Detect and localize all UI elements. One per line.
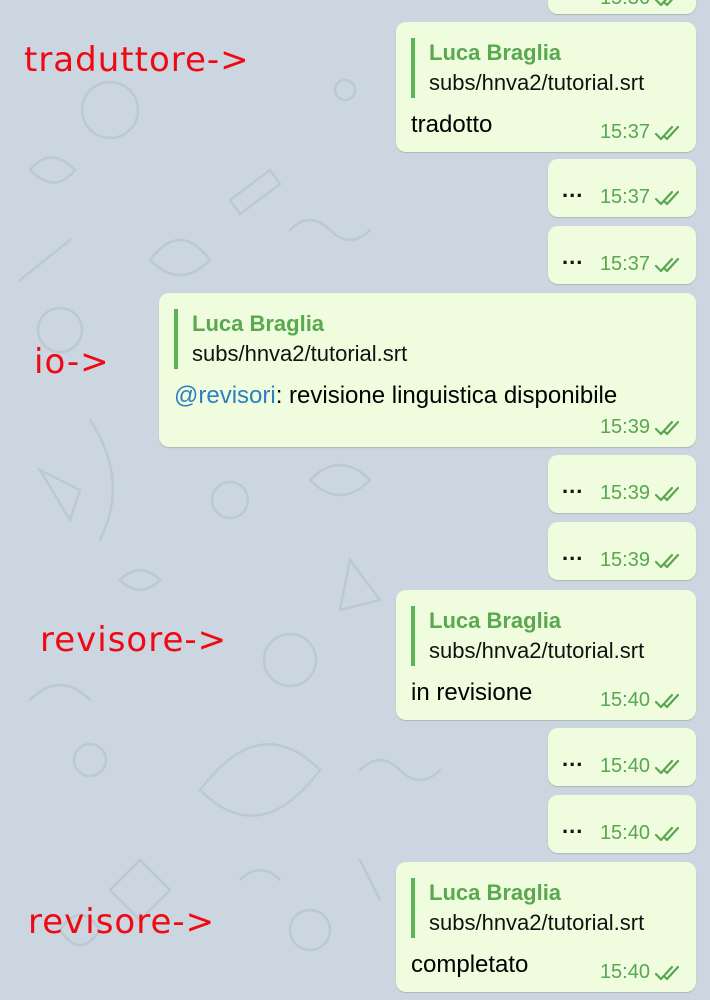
reply-quote[interactable]: Luca Braglia subs/hnva2/tutorial.srt (174, 309, 407, 369)
reply-author: Luca Braglia (429, 608, 562, 633)
reply-quote[interactable]: Luca Braglia subs/hnva2/tutorial.srt (411, 38, 644, 98)
message-time: 15:39 (599, 482, 650, 504)
reply-author: Luca Braglia (429, 880, 562, 905)
message-ellipsis: ... (562, 540, 584, 565)
double-check-icon (654, 553, 680, 568)
message-bubble-reply[interactable]: Luca Braglia subs/hnva2/tutorial.srt in … (396, 590, 696, 720)
message-meta: 15:39 (600, 549, 684, 572)
double-check-icon (654, 190, 680, 205)
message-time: 15:40 (599, 961, 650, 983)
message-time: 15:39 (599, 416, 650, 438)
double-check-icon (654, 759, 680, 774)
message-body: : revisione linguistica disponibile (275, 382, 618, 409)
message-meta: 15:39 (600, 416, 684, 439)
message-time: 15:39 (599, 549, 650, 571)
double-check-icon (654, 826, 680, 841)
message-bubble-reply[interactable]: Luca Braglia subs/hnva2/tutorial.srt com… (396, 862, 696, 992)
reply-filename: subs/hnva2/tutorial.srt (429, 70, 645, 95)
message-ellipsis: ... (562, 746, 584, 771)
message-meta: 15:40 (600, 822, 684, 845)
message-time: 15:37 (599, 186, 650, 208)
message-meta: 15:37 (600, 186, 684, 209)
message-time: 15:36 (600, 0, 650, 10)
message-ellipsis: ... (562, 244, 584, 269)
message-meta: 15:37 (600, 253, 684, 276)
message-time: 15:40 (599, 689, 650, 711)
reply-filename: subs/hnva2/tutorial.srt (429, 638, 645, 663)
message-bubble-partial[interactable]: 15:36 (548, 0, 696, 14)
message-bubble-dots[interactable]: ... 15:40 (548, 728, 696, 786)
double-check-icon (655, 0, 673, 6)
message-meta: 15:40 (600, 961, 684, 984)
double-check-icon (654, 486, 680, 501)
message-time: 15:37 (599, 253, 650, 275)
message-bubble-dots[interactable]: ... 15:40 (548, 795, 696, 853)
double-check-icon (654, 257, 680, 272)
message-meta: 15:40 (600, 689, 684, 712)
annotation-translator: traduttore-> (24, 40, 250, 80)
double-check-icon (654, 420, 680, 435)
message-ellipsis: ... (562, 177, 584, 202)
double-check-icon (654, 965, 680, 980)
message-bubble-dots[interactable]: ... 15:37 (548, 226, 696, 284)
reply-quote[interactable]: Luca Braglia subs/hnva2/tutorial.srt (411, 878, 644, 938)
double-check-icon (654, 693, 680, 708)
message-text: @revisori: revisione linguistica disponi… (174, 381, 617, 411)
message-bubble-dots[interactable]: ... 15:39 (548, 522, 696, 580)
reply-filename: subs/hnva2/tutorial.srt (429, 910, 645, 935)
annotation-reviewer-2: revisore-> (28, 902, 216, 942)
message-text: tradotto (411, 111, 493, 138)
message-meta: 15:37 (600, 121, 684, 144)
mention-link[interactable]: @revisori (174, 382, 276, 409)
reply-author: Luca Braglia (429, 40, 562, 65)
message-meta: 15:36 (600, 0, 684, 10)
annotation-reviewer-1: revisore-> (40, 620, 228, 660)
message-text: completato (411, 951, 529, 978)
message-ellipsis: ... (562, 473, 584, 498)
message-bubble-reply[interactable]: Luca Braglia subs/hnva2/tutorial.srt @re… (159, 293, 696, 447)
reply-quote[interactable]: Luca Braglia subs/hnva2/tutorial.srt (411, 606, 644, 666)
message-bubble-dots[interactable]: ... 15:39 (548, 455, 696, 513)
message-time: 15:40 (599, 822, 650, 844)
message-time: 15:37 (599, 121, 650, 143)
message-meta: 15:40 (600, 755, 684, 778)
annotation-me: io-> (34, 342, 110, 382)
reply-author: Luca Braglia (192, 311, 325, 336)
message-time: 15:40 (599, 755, 650, 777)
message-text: in revisione (411, 679, 533, 706)
message-meta: 15:39 (600, 482, 684, 505)
double-check-icon (654, 125, 680, 140)
message-bubble-dots[interactable]: ... 15:37 (548, 159, 696, 217)
reply-filename: subs/hnva2/tutorial.srt (192, 341, 408, 366)
message-ellipsis: ... (562, 813, 584, 838)
message-bubble-reply[interactable]: Luca Braglia subs/hnva2/tutorial.srt tra… (396, 22, 696, 152)
